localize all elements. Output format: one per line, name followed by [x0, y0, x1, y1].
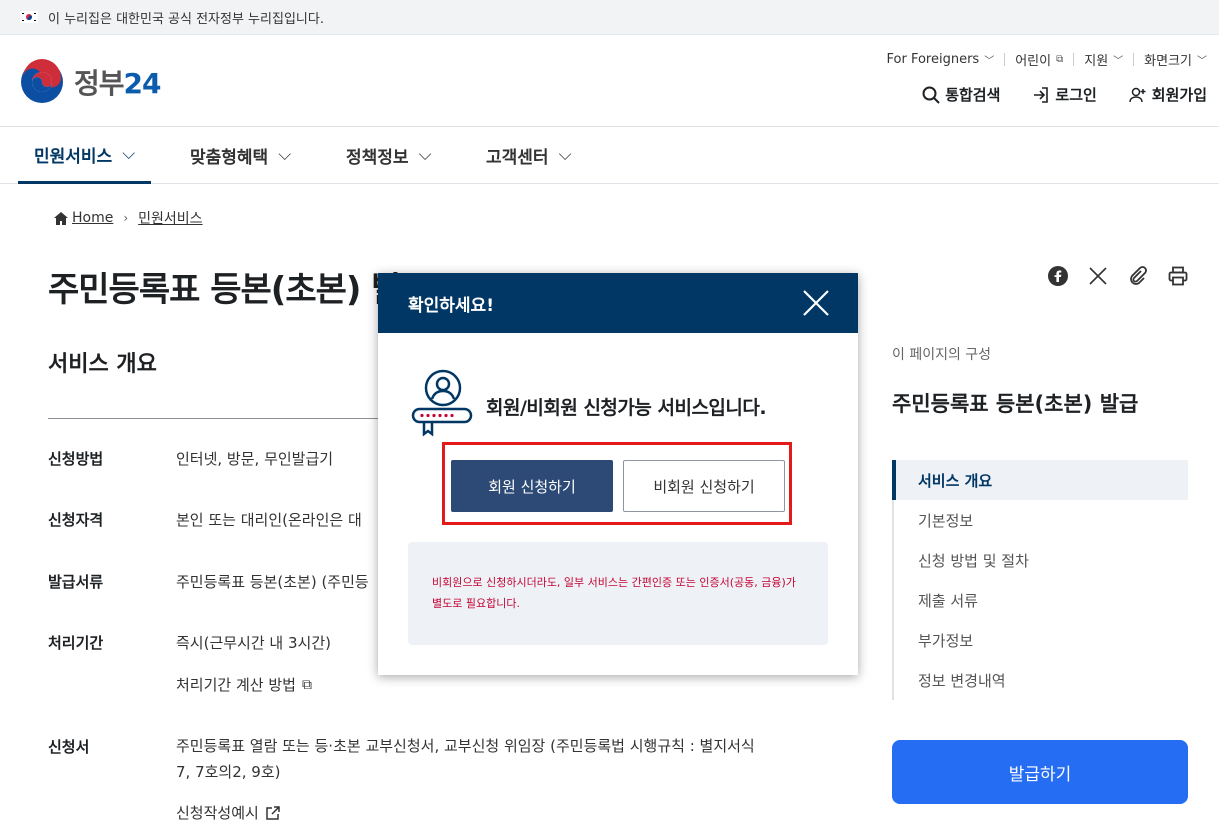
info-value: 인터넷, 방문, 무인발급기 [176, 450, 334, 468]
member-id-illustration-icon [411, 369, 473, 437]
chevron-down-icon: ⌵ [278, 145, 292, 165]
link-label: 처리기간 계산 방법 [176, 676, 296, 694]
divider [1133, 53, 1135, 66]
page-title: 주민등록표 등본(초본) 발급 [48, 270, 433, 310]
modal-notice: 비회원으로 신청하시더라도, 일부 서비스는 간편인증 또는 인증서(공동, 금… [408, 542, 828, 645]
link-label: 신청작성예시 [176, 804, 259, 822]
issue-button[interactable]: 발급하기 [892, 740, 1188, 804]
taegeuk-logo-icon [21, 59, 63, 103]
logo-text: 정부24 [74, 62, 161, 102]
korea-flag-icon [20, 11, 38, 23]
copy-window-icon: ⧉ [301, 677, 312, 693]
toc-heading: 이 페이지의 구성 [892, 347, 992, 363]
guest-apply-button[interactable]: 비회원 신청하기 [623, 460, 785, 512]
util-foreigners-label: For Foreigners [886, 52, 980, 67]
util-screen-size[interactable]: 화면크기 ﹀ [1144, 50, 1207, 69]
application-example-link[interactable]: 신청작성예시 [176, 800, 281, 826]
home-icon [54, 211, 68, 225]
breadcrumb-home[interactable]: Home [72, 210, 113, 226]
info-value: 주민등록표 등본(초본) (주민등 [176, 573, 369, 591]
chevron-down-icon: ﹀ [1197, 56, 1207, 67]
util-support-label: 지원 [1084, 54, 1109, 69]
login-label: 로그인 [1055, 86, 1097, 104]
logo-number: 24 [123, 67, 162, 100]
login-button[interactable]: 로그인 [1032, 84, 1097, 105]
x-twitter-icon[interactable] [1087, 266, 1109, 291]
header-actions: 통합검색 로그인 회원가입 [890, 84, 1207, 105]
global-nav: 민원서비스 ⌵ 맞춤형혜택 ⌵ 정책정보 ⌵ 고객센터 ⌵ [0, 126, 1219, 184]
info-label: 신청자격 [48, 511, 104, 529]
toc-item-change-history[interactable]: 정보 변경내역 [894, 660, 1188, 700]
share-tools [1029, 266, 1189, 291]
add-user-icon [1129, 87, 1146, 102]
divider [1073, 53, 1075, 66]
facebook-icon[interactable] [1047, 266, 1069, 291]
util-screen-size-label: 화면크기 [1144, 54, 1192, 69]
signup-label: 회원가입 [1151, 86, 1207, 104]
gnb-label: 고객센터 [486, 147, 549, 168]
logo-word: 정부 [74, 67, 125, 100]
modal-header: 확인하세요! [378, 273, 858, 333]
toc-item-documents[interactable]: 제출 서류 [894, 580, 1188, 620]
gnb-customer-center[interactable]: 고객센터 ⌵ [486, 127, 571, 183]
gnb-label: 맞춤형혜택 [190, 147, 269, 168]
chevron-down-icon: ⌵ [122, 144, 136, 164]
search-icon [922, 86, 940, 104]
processing-time-calc-link[interactable]: 처리기간 계산 방법 ⧉ [176, 672, 312, 698]
info-label: 발급서류 [48, 573, 104, 591]
toc-item-overview[interactable]: 서비스 개요 [892, 460, 1188, 500]
util-foreigners[interactable]: For Foreigners ﹀ [887, 52, 995, 67]
chevron-down-icon: ⌵ [418, 145, 432, 165]
info-value: 7, 7호의2, 9호) [176, 763, 281, 781]
chevron-right-icon: › [123, 211, 129, 225]
close-icon[interactable] [802, 289, 830, 317]
gnb-label: 정책정보 [346, 147, 409, 168]
breadcrumb-current[interactable]: 민원서비스 [138, 208, 202, 228]
gnb-civil-service[interactable]: 민원서비스 ⌵ [18, 127, 152, 184]
util-kids[interactable]: 어린이 ⧉ [1015, 50, 1063, 69]
search-label: 통합검색 [945, 86, 1001, 104]
site-logo[interactable]: 정부24 [18, 58, 161, 106]
divider [1004, 53, 1006, 66]
utility-menu: For Foreigners ﹀ 어린이 ⧉ 지원 ﹀ 화면크기 ﹀ [887, 50, 1208, 69]
toc-item-additional[interactable]: 부가정보 [894, 620, 1188, 660]
util-support[interactable]: 지원 ﹀ [1084, 50, 1123, 69]
gov-banner: 이 누리집은 대한민국 공식 전자정부 누리집입니다. [0, 0, 1219, 35]
chevron-down-icon: ﹀ [984, 56, 995, 67]
info-label: 신청서 [48, 738, 90, 756]
gnb-label: 민원서비스 [34, 146, 113, 167]
toc-item-basic-info[interactable]: 기본정보 [894, 500, 1188, 540]
print-icon[interactable] [1167, 266, 1189, 291]
modal-message: 회원/비회원 신청가능 서비스입니다. [486, 397, 767, 419]
external-link-icon: ⧉ [1056, 54, 1064, 65]
search-button[interactable]: 통합검색 [922, 84, 1000, 105]
chevron-down-icon: ⌵ [558, 145, 572, 165]
link-copy-icon[interactable] [1127, 266, 1149, 291]
info-value: 본인 또는 대리인(온라인은 대 [176, 511, 362, 529]
toc-title: 주민등록표 등본(초본) 발급 [892, 392, 1139, 416]
login-icon [1034, 86, 1049, 103]
breadcrumb: Home › 민원서비스 [54, 208, 203, 228]
info-value: 즉시(근무시간 내 3시간) [176, 634, 331, 652]
info-value: 주민등록표 열람 또는 등·초본 교부신청서, 교부신청 위임장 (주민등록법 … [176, 737, 755, 755]
member-apply-button[interactable]: 회원 신청하기 [451, 460, 613, 512]
toc-item-procedure[interactable]: 신청 방법 및 절차 [894, 540, 1188, 580]
confirm-modal: 확인하세요! 회원/비회원 신청가능 서비스입니다. 회원 신청하기 비회원 신… [378, 273, 858, 675]
gnb-policy-info[interactable]: 정책정보 ⌵ [346, 127, 431, 183]
header: 정부24 For Foreigners ﹀ 어린이 ⧉ 지원 ﹀ 화면크기 ﹀ 통합검색… [0, 36, 1219, 126]
info-label: 신청방법 [48, 450, 104, 468]
external-link-icon [266, 806, 280, 820]
section-title: 서비스 개요 [48, 352, 157, 377]
gov-banner-text: 이 누리집은 대한민국 공식 전자정부 누리집입니다. [48, 11, 324, 27]
util-kids-label: 어린이 [1015, 54, 1052, 69]
toc-list: 서비스 개요 기본정보 신청 방법 및 절차 제출 서류 부가정보 정보 변경내… [892, 460, 1188, 700]
gnb-custom-benefits[interactable]: 맞춤형혜택 ⌵ [190, 127, 291, 183]
chevron-down-icon: ﹀ [1113, 56, 1124, 67]
info-label: 처리기간 [48, 634, 104, 652]
signup-button[interactable]: 회원가입 [1129, 84, 1207, 105]
modal-title: 확인하세요! [408, 295, 494, 316]
